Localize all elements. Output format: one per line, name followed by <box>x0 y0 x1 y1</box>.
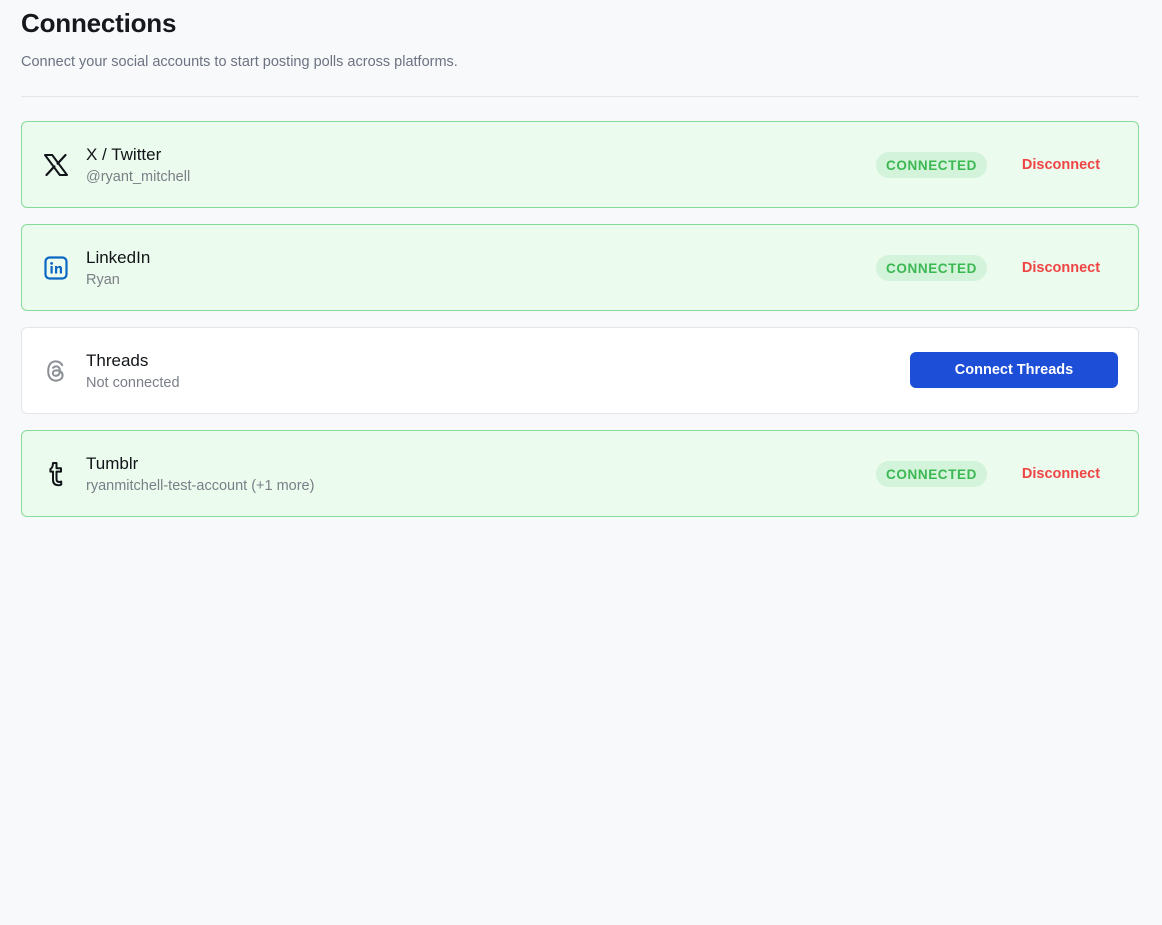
connection-card-threads: Threads Not connected Connect Threads <box>21 327 1139 414</box>
linkedin-icon <box>42 254 70 282</box>
connection-status-text: Not connected <box>86 375 180 391</box>
status-badge: CONNECTED <box>876 461 987 487</box>
platform-name: X / Twitter <box>86 145 162 164</box>
connection-card-twitter: X / Twitter @ryant_mitchell CONNECTED Di… <box>21 121 1139 208</box>
connection-card-tumblr: Tumblr ryanmitchell-test-account (+1 mor… <box>21 430 1139 517</box>
account-handle: Ryan <box>86 272 120 288</box>
disconnect-tumblr-button[interactable]: Disconnect <box>1012 461 1110 487</box>
connect-threads-button[interactable]: Connect Threads <box>910 352 1118 388</box>
status-badge: CONNECTED <box>876 255 987 281</box>
connection-card-linkedin: LinkedIn Ryan CONNECTED Disconnect <box>21 224 1139 311</box>
divider <box>21 96 1139 97</box>
page-subtitle: Connect your social accounts to start po… <box>21 54 458 70</box>
threads-icon <box>42 357 70 385</box>
tumblr-icon <box>42 460 70 488</box>
platform-name: Threads <box>86 351 149 370</box>
page-title: Connections <box>21 8 177 38</box>
account-handle: ryanmitchell-test-account (+1 more) <box>86 478 315 494</box>
platform-name: LinkedIn <box>86 248 151 267</box>
disconnect-twitter-button[interactable]: Disconnect <box>1012 152 1110 178</box>
disconnect-linkedin-button[interactable]: Disconnect <box>1012 255 1110 281</box>
account-handle: @ryant_mitchell <box>86 169 191 185</box>
connections-list: X / Twitter @ryant_mitchell CONNECTED Di… <box>21 121 1139 533</box>
x-twitter-icon <box>42 151 70 179</box>
status-badge: CONNECTED <box>876 152 987 178</box>
platform-name: Tumblr <box>86 454 139 473</box>
